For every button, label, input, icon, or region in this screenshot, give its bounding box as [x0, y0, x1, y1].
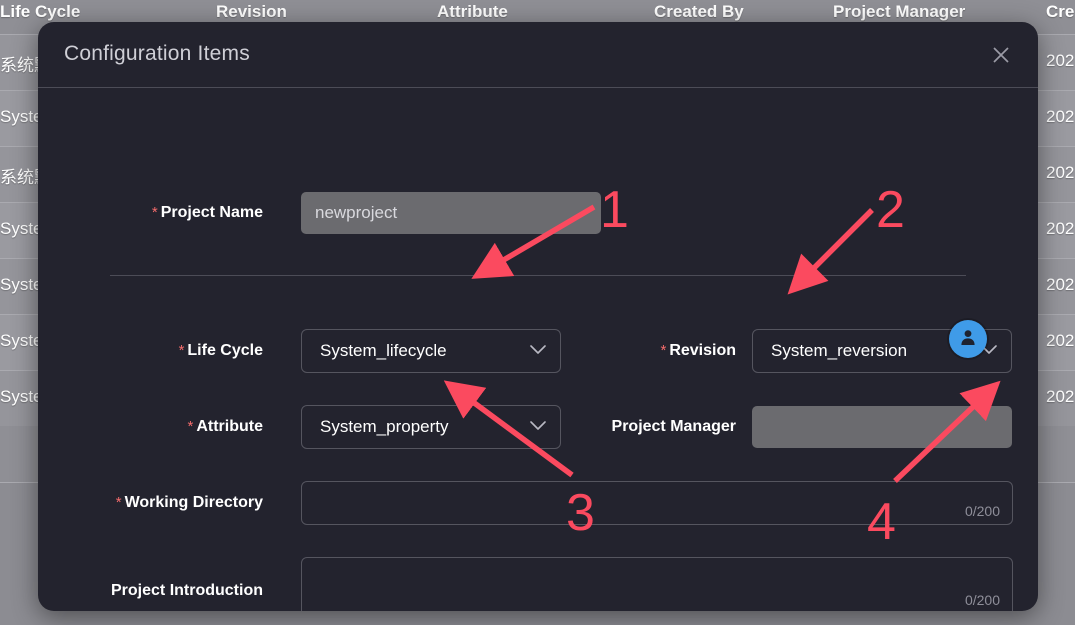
table-cell-date: 202 — [1046, 331, 1075, 350]
table-cell-date: 202 — [1046, 275, 1075, 294]
life-cycle-select[interactable]: System_lifecycle — [301, 329, 561, 373]
column-header-revision: Revision — [216, 2, 287, 21]
project-manager-picker-button[interactable] — [949, 320, 987, 358]
column-header-attribute: Attribute — [437, 2, 508, 21]
life-cycle-value: System_lifecycle — [320, 341, 447, 360]
column-header-life-cycle: Life Cycle — [0, 2, 81, 21]
label-revision: * Revision — [660, 342, 736, 360]
required-asterisk: * — [187, 418, 194, 436]
working-directory-field[interactable]: 0/200 — [301, 481, 1013, 525]
label-project-manager: Project Manager — [611, 418, 736, 435]
field-row-project-introduction: Project Introduction 0/200 — [38, 557, 1038, 611]
dialog-title: Configuration Items — [64, 42, 250, 65]
chevron-down-icon — [530, 418, 546, 436]
table-cell-life-cycle: Syste — [0, 331, 43, 350]
dialog-header: Configuration Items — [38, 22, 1038, 88]
working-directory-input[interactable] — [302, 482, 1012, 524]
field-row-working-directory: * Working Directory 0/200 — [38, 481, 1038, 525]
label-working-directory: * Working Directory — [115, 494, 263, 512]
table-cell-date: 202 — [1046, 387, 1075, 406]
column-header-project-manager: Project Manager — [833, 2, 966, 21]
project-name-input[interactable] — [301, 192, 601, 234]
dialog-body: *Project Name *Life Cycle System_lifecyc… — [38, 88, 1038, 611]
field-row-project-name: * Project Name — [38, 191, 1038, 235]
table-cell-life-cycle: Syste — [0, 107, 43, 126]
column-header-created-date: Cre — [1046, 2, 1075, 21]
label-project-name: * Project Name — [151, 204, 263, 222]
project-introduction-textarea[interactable] — [302, 558, 1012, 611]
required-asterisk: * — [151, 204, 158, 222]
column-header-created-by: Created By — [654, 2, 744, 21]
chevron-down-icon — [530, 342, 546, 360]
project-introduction-field[interactable]: 0/200 — [301, 557, 1013, 611]
configuration-items-dialog: Configuration Items *Project Name *Life … — [38, 22, 1038, 611]
label-attribute: * Attribute — [187, 418, 264, 436]
attribute-select[interactable]: System_property — [301, 405, 561, 449]
table-cell-date: 202 — [1046, 219, 1075, 238]
attribute-value: System_property — [320, 417, 449, 436]
close-icon[interactable] — [986, 40, 1016, 70]
project-manager-input[interactable] — [752, 406, 1012, 448]
label-life-cycle: * Life Cycle — [178, 342, 263, 360]
table-cell-date: 202 — [1046, 107, 1075, 126]
section-divider — [110, 275, 966, 276]
table-cell-date: 202 — [1046, 163, 1075, 182]
required-asterisk: * — [115, 494, 122, 512]
user-icon — [958, 327, 978, 352]
field-row-attribute-manager: * Attribute System_property Project Manag… — [38, 405, 1038, 449]
label-project-introduction: Project Introduction — [111, 582, 263, 599]
required-asterisk: * — [660, 342, 667, 360]
table-cell-life-cycle: Syste — [0, 219, 43, 238]
required-asterisk: * — [178, 342, 185, 360]
table-cell-life-cycle: Syste — [0, 387, 43, 406]
revision-value: System_reversion — [771, 341, 908, 360]
table-cell-date: 202 — [1046, 51, 1075, 70]
table-cell-life-cycle: Syste — [0, 275, 43, 294]
field-row-lifecycle-revision: * Life Cycle System_lifecycle * Revision S… — [38, 329, 1038, 373]
